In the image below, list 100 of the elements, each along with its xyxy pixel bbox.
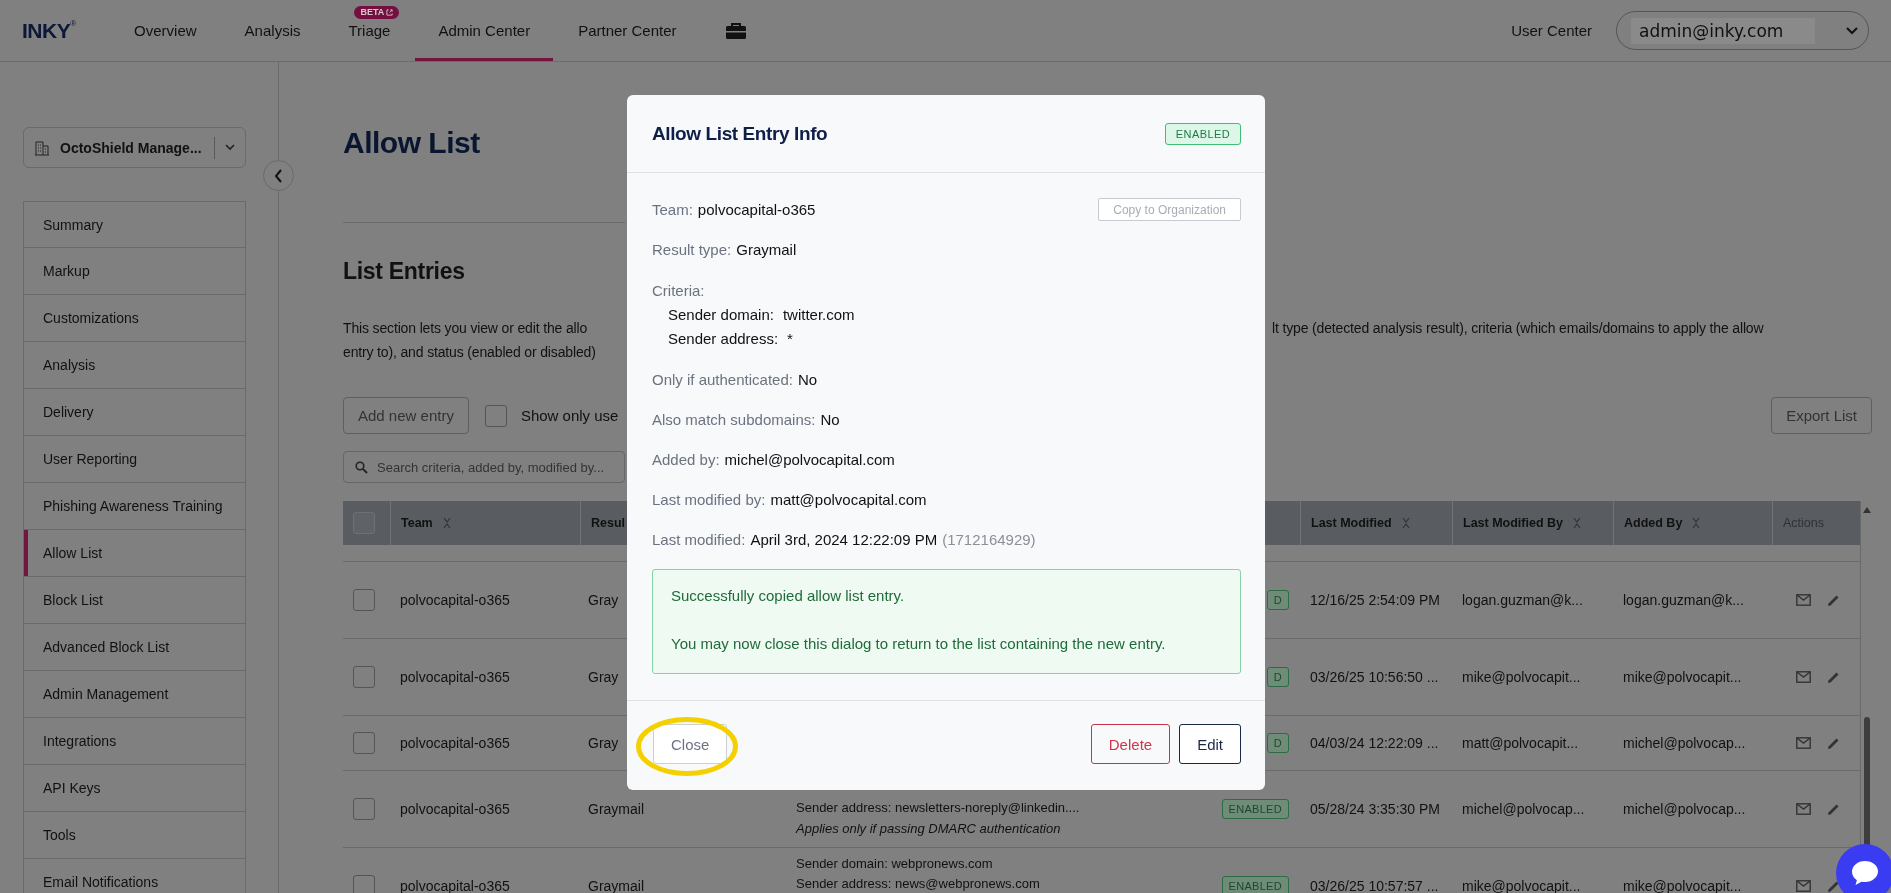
field-value: polvocapital-o365 (697, 199, 816, 220)
sidebar-item[interactable]: Delivery (23, 389, 246, 436)
sidebar-item[interactable]: Markup (23, 248, 246, 295)
field-label: Last modified by: (652, 490, 766, 510)
table-cell: Graymail (588, 801, 644, 817)
criteria-text: Sender address: news@webpronews.com (796, 875, 1040, 893)
nav-tab[interactable]: Partner Center (555, 0, 700, 61)
table-cell: logan.guzman@k... (1623, 592, 1744, 608)
user-center-link[interactable]: User Center (1511, 22, 1592, 39)
table-cell: logan.guzman@k... (1462, 592, 1583, 608)
export-list-button[interactable]: Export List (1771, 397, 1872, 434)
chat-button[interactable] (1836, 844, 1891, 893)
field-label: Last modified: (652, 530, 746, 550)
field-label: Result type: (652, 240, 732, 260)
nav-tab[interactable]: Admin Center (415, 0, 554, 61)
page-title: Allow List (343, 125, 480, 161)
table-cell: polvocapital-o365 (400, 592, 510, 608)
scroll-up-arrow-icon[interactable] (1863, 507, 1871, 513)
field-label: Added by: (652, 450, 720, 470)
sidebar-item[interactable]: User Reporting (23, 436, 246, 483)
column-header[interactable]: Last Modified By (1463, 516, 1581, 530)
table-cell: 05/28/24 3:35:30 PM (1310, 801, 1440, 817)
envelope-icon[interactable] (1796, 737, 1811, 749)
description-text: lt type (detected analysis result), criteria (which emails/domains to apply the allow (1272, 319, 1765, 338)
sidebar-item[interactable]: Admin Management (23, 671, 246, 718)
sidebar-item[interactable]: Tools (23, 812, 246, 859)
table-cell: michel@polvocap... (1623, 801, 1746, 817)
delete-button[interactable]: Delete (1090, 724, 1171, 764)
account-dropdown[interactable]: admin@inky.com (1616, 11, 1869, 50)
sort-icon[interactable] (1573, 517, 1581, 529)
pencil-icon[interactable] (1827, 593, 1840, 607)
sort-icon[interactable] (1401, 517, 1410, 529)
envelope-icon[interactable] (1796, 671, 1811, 683)
beta-badge: BETA (354, 6, 400, 19)
field-label: Team: (652, 199, 693, 220)
checkbox[interactable] (484, 404, 507, 427)
chevron-down-icon[interactable] (225, 144, 235, 151)
sidebar-item[interactable]: Analysis (23, 342, 246, 389)
field-value: No (797, 370, 818, 390)
envelope-icon[interactable] (1796, 880, 1811, 892)
criteria-label: Sender domain: (668, 305, 774, 325)
add-entry-button[interactable]: Add new entry (343, 397, 469, 434)
pencil-icon[interactable] (1827, 802, 1840, 816)
sidebar-item[interactable]: Customizations (23, 295, 246, 342)
sidebar-item[interactable]: Allow List (23, 530, 246, 577)
table-cell: 03/26/25 10:56:50 ... (1310, 669, 1439, 685)
sort-icon[interactable] (442, 517, 451, 529)
table-cell: Gray (588, 735, 619, 751)
checkbox[interactable] (353, 666, 375, 688)
timestamp-note: (1712164929) (942, 530, 1036, 550)
table-cell: matt@polvocapit... (1462, 735, 1579, 751)
logo-text: INKY (22, 18, 71, 43)
sort-icon[interactable] (1692, 517, 1701, 529)
alert-text: You may now close this dialog to return to the list containing the new entry. (671, 634, 1167, 654)
field-value: matt@polvocapital.com (770, 490, 927, 510)
envelope-icon[interactable] (1796, 594, 1811, 606)
close-button[interactable]: Close (653, 724, 728, 764)
pencil-icon[interactable] (1827, 670, 1840, 684)
description-text: This section lets you view or edit the allo (343, 319, 589, 338)
checkbox[interactable] (353, 798, 375, 820)
pencil-icon[interactable] (1827, 736, 1840, 750)
search-field[interactable]: Search criteria, added by, modified by... (343, 451, 625, 483)
criteria-text: Sender domain: webpronews.com (796, 855, 993, 873)
nav-tab[interactable]: Overview (111, 0, 220, 61)
criteria-note: Applies only if passing DMARC authentication (796, 820, 1061, 838)
pencil-icon[interactable] (1827, 879, 1840, 893)
collapse-button[interactable] (263, 160, 294, 191)
checkbox[interactable] (353, 589, 375, 611)
field-value: Graymail (736, 240, 797, 260)
edit-button[interactable]: Edit (1179, 724, 1241, 764)
column-header[interactable]: Last Modified (1311, 516, 1410, 530)
sidebar-item[interactable]: Email Notifications (23, 859, 246, 893)
column-header[interactable]: Resul (591, 516, 626, 530)
table-cell: Gray (588, 592, 619, 608)
table-cell: Gray (588, 669, 619, 685)
description-text: entry to), and status (enabled or disabled) (343, 343, 596, 362)
column-header[interactable]: Team (401, 516, 451, 530)
envelope-icon[interactable] (1796, 803, 1811, 815)
building-icon (34, 139, 50, 156)
checkbox-label: Show only use (520, 407, 619, 424)
checkbox[interactable] (353, 732, 375, 754)
checkbox[interactable] (353, 875, 375, 893)
search-icon (355, 461, 368, 474)
status-badge: ENABLED (1221, 876, 1289, 893)
sidebar-item[interactable]: Advanced Block List (23, 624, 246, 671)
sidebar-item[interactable]: Summary (23, 201, 246, 248)
table-cell: polvocapital-o365 (400, 735, 510, 751)
chevron-down-icon[interactable] (1846, 26, 1858, 35)
sidebar-item[interactable]: API Keys (23, 765, 246, 812)
sidebar-item[interactable]: Integrations (23, 718, 246, 765)
field-value: April 3rd, 2024 12:22:09 PM (750, 530, 938, 550)
nav-tab[interactable]: Analysis (221, 0, 324, 61)
column-header[interactable]: Added By (1624, 516, 1701, 530)
status-badge: D (1266, 733, 1289, 753)
chevron-left-icon[interactable] (274, 168, 283, 183)
sidebar-item[interactable]: Block List (23, 577, 246, 624)
sidebar-item[interactable]: Phishing Awareness Training (23, 483, 246, 530)
field-label: Only if authenticated: (652, 370, 793, 390)
field-value: michel@polvocapital.com (724, 450, 895, 470)
organization-selector[interactable]: OctoShield Manage... (23, 127, 246, 168)
